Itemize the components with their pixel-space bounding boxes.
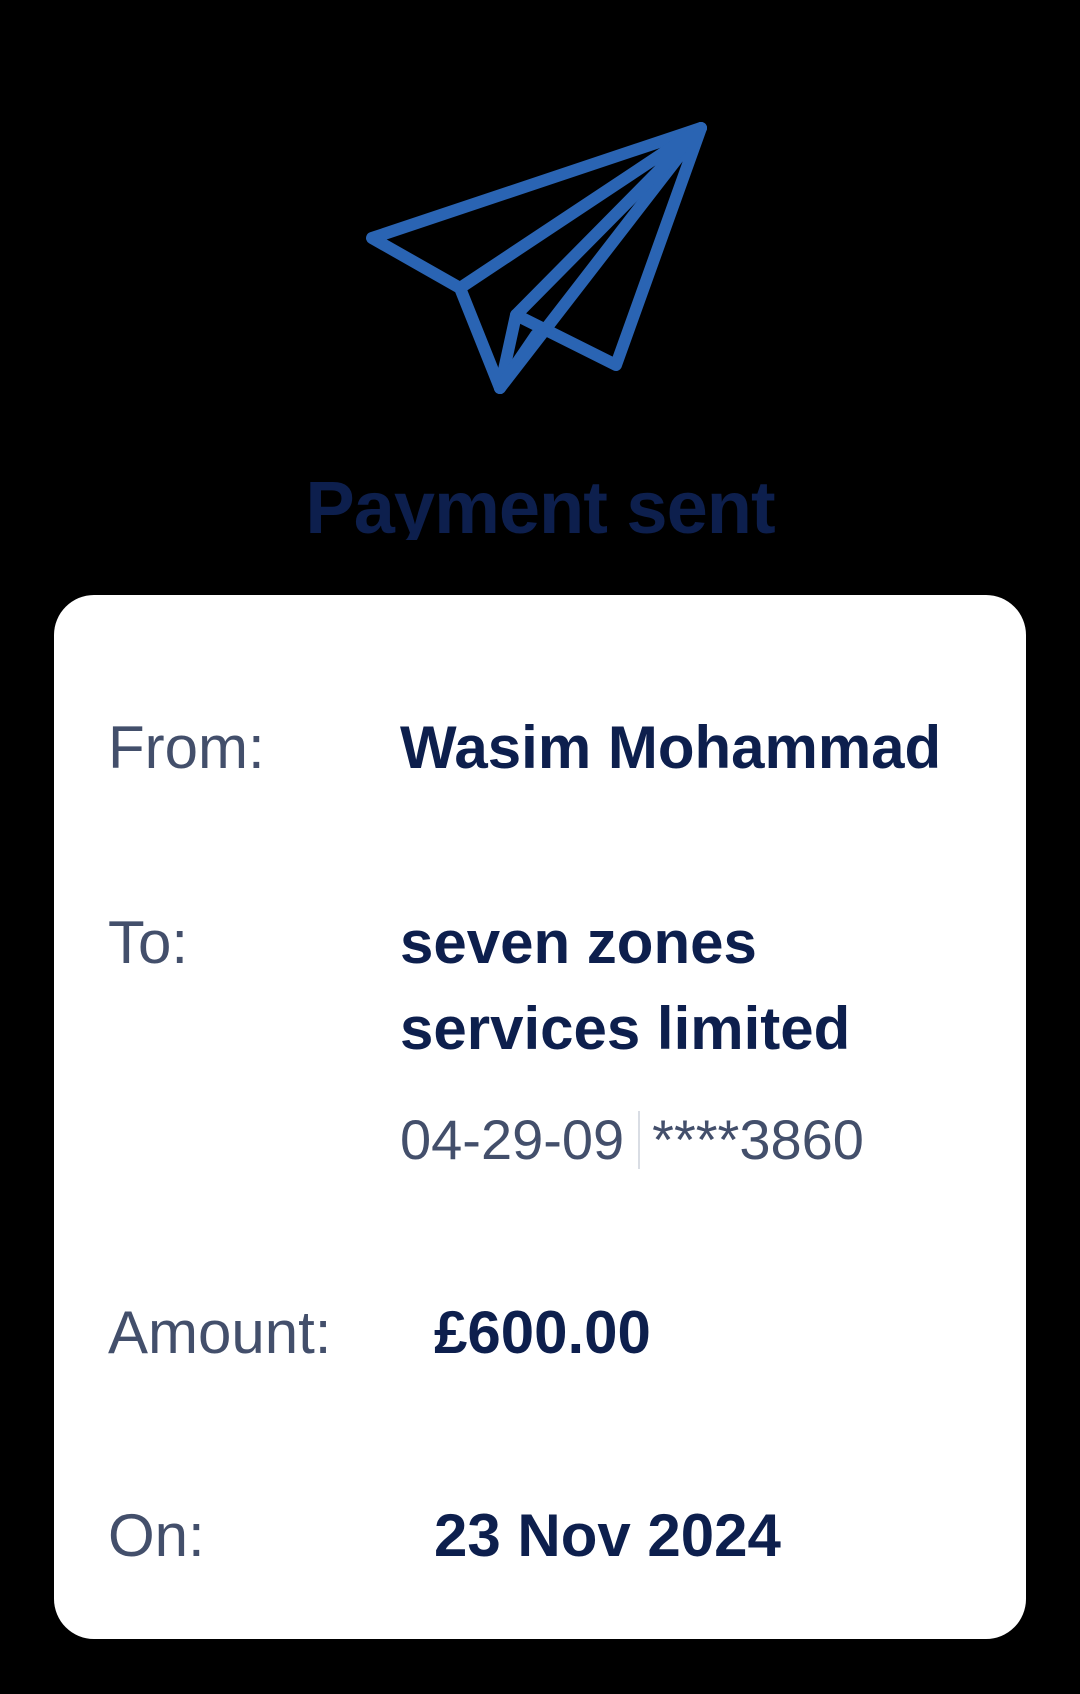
confirmation-header: Payment sent xyxy=(0,0,1080,560)
account-number: ****3860 xyxy=(652,1108,864,1171)
divider xyxy=(638,1111,641,1169)
title-container: Payment sent xyxy=(0,468,1080,540)
to-label: To: xyxy=(108,909,189,976)
page-title: Payment sent xyxy=(305,468,775,540)
date-value: 23 Nov 2024 xyxy=(434,1502,781,1569)
amount-value: £600.00 xyxy=(434,1299,651,1366)
sort-code: 04-29-09 xyxy=(400,1108,625,1171)
recipient-account-details: 04-29-09 ****3860 xyxy=(400,1105,864,1175)
date-label: On: xyxy=(108,1502,205,1569)
from-value: Wasim Mohammad xyxy=(400,714,942,781)
amount-label: Amount: xyxy=(108,1299,332,1366)
paper-plane-icon xyxy=(360,120,720,430)
payment-details-card: From: Wasim Mohammad To: seven zones ser… xyxy=(54,595,1026,1639)
from-label: From: xyxy=(108,714,265,781)
to-value: seven zones services limited xyxy=(400,909,851,1062)
